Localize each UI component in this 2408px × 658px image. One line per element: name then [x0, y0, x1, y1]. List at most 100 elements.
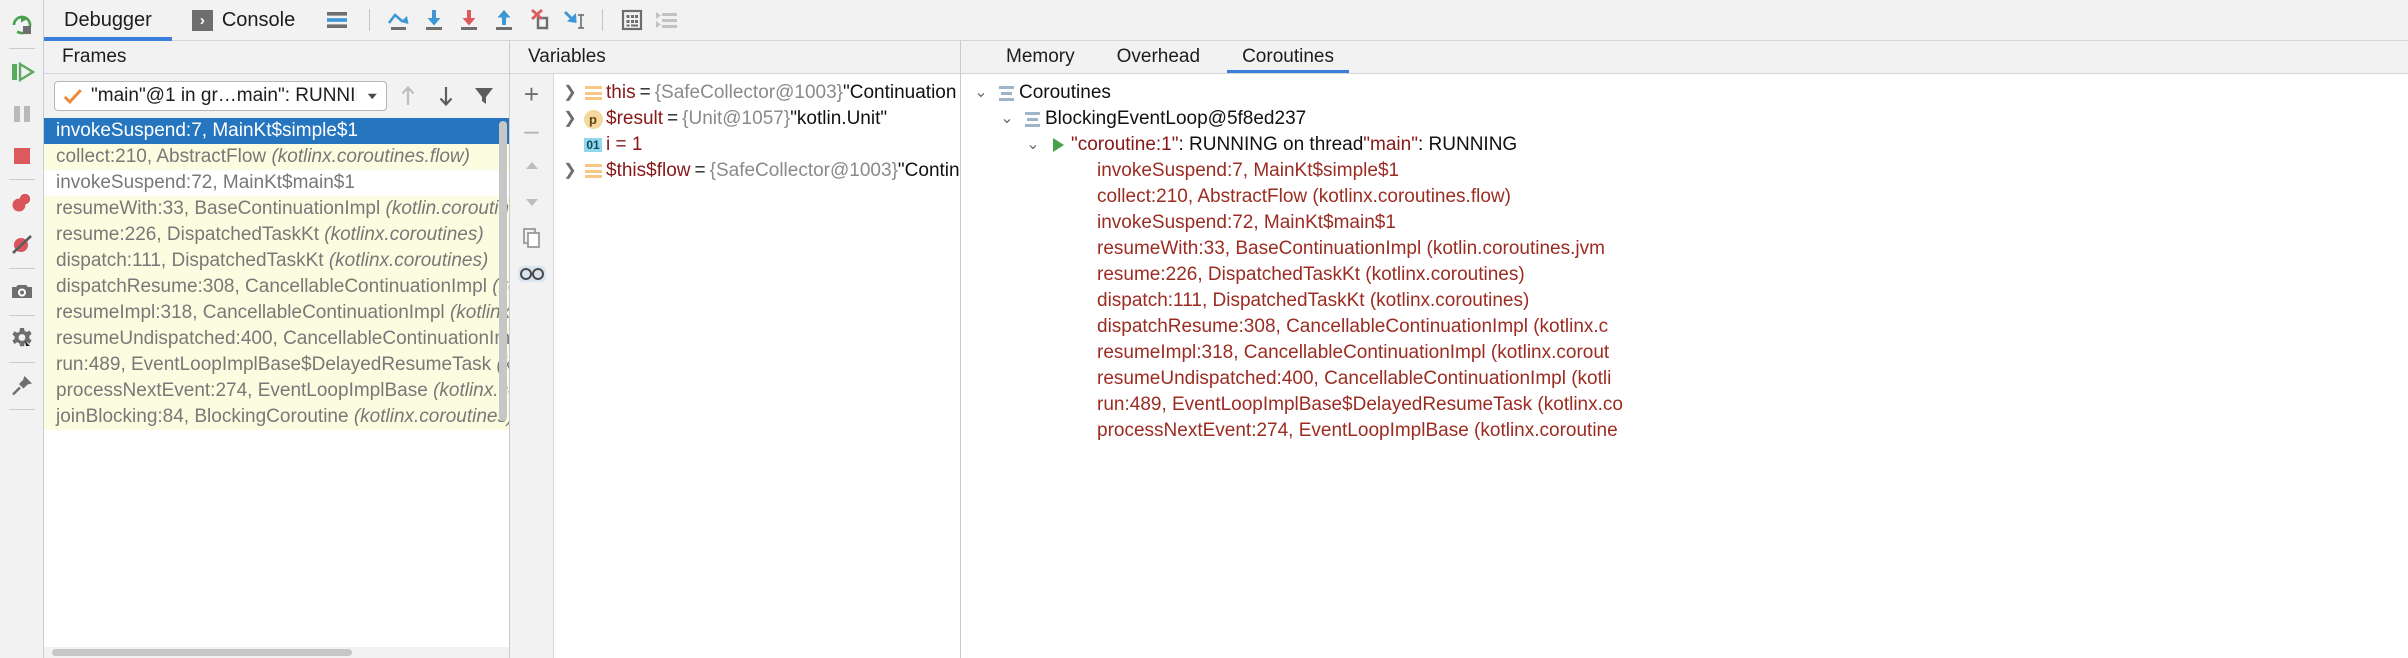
rail-divider-6 — [8, 409, 35, 410]
frames-list[interactable]: invokeSuspend:7, MainKt$simple$1 collect:… — [44, 118, 509, 647]
coroutine-stack-frame-row[interactable]: run:489, EventLoopImplBase$DelayedResume… — [961, 392, 2408, 418]
copy-value-button[interactable] — [512, 220, 552, 256]
coroutines-tree[interactable]: ⌄ Coroutines ⌄ BlockingEventLoop@5f8ed237 ⌄ "… — [961, 74, 2408, 658]
stop-button[interactable] — [2, 135, 42, 177]
coroutine-stack-frame-row[interactable]: resume:226, DispatchedTaskKt (kotlinx.co… — [961, 262, 2408, 288]
coroutine-frame-location: :400, CancellableContinuationImpl (kotli — [1276, 368, 1612, 389]
chevron-down-icon[interactable]: ⌄ — [1021, 132, 1045, 158]
capture-snapshot-button[interactable] — [2, 271, 42, 313]
tab-overhead[interactable]: Overhead — [1096, 41, 1221, 73]
frames-horizontal-scrollbar[interactable] — [44, 647, 509, 658]
frame-row[interactable]: joinBlocking:84, BlockingCoroutine (kotl… — [44, 404, 509, 430]
frame-row-location: invokeSuspend:7, MainKt$simple$1 — [56, 120, 359, 141]
chevron-down-icon[interactable]: ⌄ — [969, 80, 993, 106]
add-watch-button[interactable]: + — [512, 76, 552, 112]
resume-program-icon — [11, 61, 35, 83]
show-execution-point-button[interactable] — [319, 0, 354, 40]
coroutine-tree-row[interactable]: ⌄ BlockingEventLoop@5f8ed237 — [961, 106, 2408, 132]
coroutine-frame-method: dispatch — [1097, 290, 1168, 311]
inspect-button[interactable] — [512, 256, 552, 292]
frame-row-location: dispatchResume:308, CancellableContinuat… — [56, 276, 493, 297]
chevron-right-icon[interactable]: ❯ — [560, 106, 580, 132]
chevron-down-icon[interactable]: ⌄ — [995, 106, 1019, 132]
watch-down-button[interactable] — [512, 184, 552, 220]
frame-row[interactable]: resumeImpl:318, CancellableContinuationI… — [44, 300, 509, 326]
remove-watch-button[interactable]: – — [512, 112, 552, 148]
settings-button[interactable] — [2, 318, 42, 360]
step-into-button[interactable] — [416, 0, 451, 40]
threads-view-button[interactable] — [649, 0, 684, 40]
coroutine-frame-method: resumeUndispatched — [1097, 368, 1277, 389]
coroutine-stack-frame-row[interactable]: processNextEvent:274, EventLoopImplBase … — [961, 418, 2408, 444]
step-over-icon — [387, 13, 409, 30]
rerun-button[interactable] — [2, 4, 42, 46]
coroutine-stack-frame-row[interactable]: resumeWith:33, BaseContinuationImpl (kot… — [961, 236, 2408, 262]
frame-row[interactable]: invokeSuspend:72, MainKt$main$1 — [44, 170, 509, 196]
coroutine-frame-location: :489, EventLoopImplBase$DelayedResumeTas… — [1124, 394, 1623, 415]
coroutine-stack-frame-row[interactable]: invokeSuspend:72, MainKt$main$1 — [961, 210, 2408, 236]
coroutine-stack-frame-row[interactable]: collect:210, AbstractFlow (kotlinx.corou… — [961, 184, 2408, 210]
coroutine-stack-frame-row[interactable]: resumeImpl:318, CancellableContinuationI… — [961, 340, 2408, 366]
debug-session-toolbar — [0, 0, 44, 658]
coroutine-stack-frame-row[interactable]: dispatchResume:308, CancellableContinuat… — [961, 314, 2408, 340]
running-icon — [1045, 138, 1071, 152]
frame-row[interactable]: resume:226, DispatchedTaskKt (kotlinx.co… — [44, 222, 509, 248]
chevron-right-icon[interactable]: ❯ — [560, 80, 580, 106]
frames-vertical-scrollbar[interactable] — [499, 121, 507, 421]
pin-tab-button[interactable] — [2, 365, 42, 407]
coroutine-tree-row[interactable]: ⌄ Coroutines — [961, 80, 2408, 106]
arrow-up-icon — [401, 85, 415, 105]
coroutine-label-segment-1: : RUNNING on thread — [1178, 134, 1364, 155]
mute-breakpoints-button[interactable] — [2, 224, 42, 266]
step-out-button[interactable] — [486, 0, 521, 40]
primitive-icon: 01 — [584, 138, 602, 152]
tab-memory-label: Memory — [1006, 46, 1075, 67]
move-up-button[interactable] — [391, 79, 425, 113]
evaluate-expression-button[interactable] — [614, 0, 649, 40]
tab-coroutines[interactable]: Coroutines — [1221, 41, 1355, 73]
minus-icon: – — [524, 115, 539, 145]
frame-row[interactable]: collect:210, AbstractFlow (kotlinx.corou… — [44, 144, 509, 170]
frame-row[interactable]: resumeUndispatched:400, CancellableConti… — [44, 326, 509, 352]
frame-row-location: processNextEvent:274, EventLoopImplBase — [56, 380, 434, 401]
frame-row[interactable]: invokeSuspend:7, MainKt$simple$1 — [44, 118, 509, 144]
filter-frames-button[interactable] — [467, 79, 501, 113]
watch-up-button[interactable] — [512, 148, 552, 184]
coroutine-frame-location: :7, MainKt$simple$1 — [1226, 160, 1400, 181]
frame-row[interactable]: dispatchResume:308, CancellableContinuat… — [44, 274, 509, 300]
coroutine-tree-row[interactable]: ⌄ "coroutine:1": RUNNING on thread "main"… — [961, 132, 2408, 158]
coroutine-stack-frame-row[interactable]: invokeSuspend:7, MainKt$simple$1 — [961, 158, 2408, 184]
view-breakpoints-button[interactable] — [2, 182, 42, 224]
variables-tree[interactable]: ❯ this = {SafeCollector@1003} "Continuation… — [554, 74, 960, 658]
tab-memory[interactable]: Memory — [985, 41, 1096, 73]
frame-row-package: (kotlinx.coroutines) — [433, 380, 509, 401]
run-to-cursor-icon — [563, 11, 584, 29]
coroutine-stack-frame-row[interactable]: dispatch:111, DispatchedTaskKt (kotlinx.… — [961, 288, 2408, 314]
move-down-button[interactable] — [429, 79, 463, 113]
force-step-into-button[interactable] — [451, 0, 486, 40]
thread-selector[interactable]: "main"@1 in gr…main": RUNNING — [54, 81, 387, 111]
camera-icon — [11, 285, 32, 298]
tab-debugger[interactable]: Debugger — [44, 0, 172, 41]
variable-row[interactable]: 01 i = 1 — [554, 132, 960, 158]
pause-button[interactable] — [2, 93, 42, 135]
frame-row[interactable]: resumeWith:33, BaseContinuationImpl (kot… — [44, 196, 509, 222]
drop-frame-button[interactable] — [521, 0, 556, 40]
frame-row[interactable]: processNextEvent:274, EventLoopImplBase … — [44, 378, 509, 404]
frame-row[interactable]: dispatch:111, DispatchedTaskKt (kotlinx.… — [44, 248, 509, 274]
run-to-cursor-button[interactable] — [556, 0, 591, 40]
step-over-button[interactable] — [381, 0, 416, 40]
variable-row[interactable]: ❯ $this$flow = {SafeCollector@1003} "Contin… — [554, 158, 960, 184]
chevron-right-icon[interactable]: ❯ — [560, 158, 580, 184]
variable-row[interactable]: ❯ p $result = {Unit@1057} "kotlin.Unit" — [554, 106, 960, 132]
debugger-tab-bar: Debugger › Console — [44, 0, 2408, 41]
coroutine-stack-frame-row[interactable]: resumeUndispatched:400, CancellableConti… — [961, 366, 2408, 392]
tab-console[interactable]: › Console — [172, 0, 315, 40]
variables-area: + – ❯ this = {SafeCollector@1003} "Conti… — [510, 74, 960, 658]
resume-button[interactable] — [2, 51, 42, 93]
frames-pane: Frames "main"@1 in gr…main": RUNNING inv… — [44, 41, 510, 658]
frame-row[interactable]: run:489, EventLoopImplBase$DelayedResume… — [44, 352, 509, 378]
plus-icon: + — [523, 79, 540, 109]
frames-hscroll-thumb[interactable] — [52, 649, 352, 656]
variable-row[interactable]: ❯ this = {SafeCollector@1003} "Continuation… — [554, 80, 960, 106]
